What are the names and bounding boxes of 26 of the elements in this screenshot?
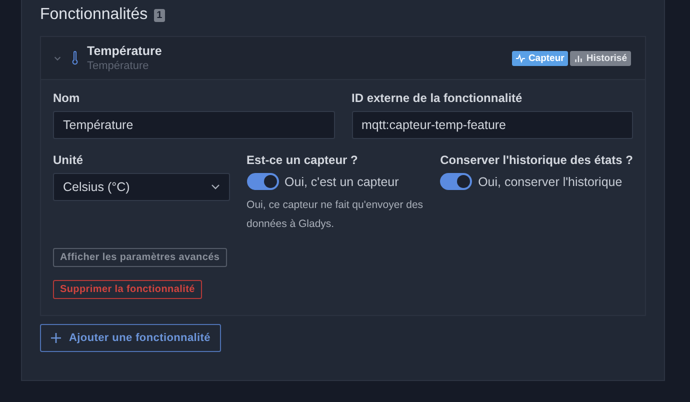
caret-icon (210, 184, 220, 190)
help-text: Oui, ce capteur ne fait qu'envoyer des données à Gladys. (246, 198, 424, 232)
add-button[interactable]: Ajouter une fonctionnalité (40, 324, 222, 352)
field-label: Conserver l'historique des états ? (440, 153, 633, 167)
advanced-settings-button[interactable]: Afficher les paramètres avancés (53, 248, 227, 267)
field-label: ID externe de la fonctionnalité (352, 91, 524, 105)
feature-name: Température (87, 44, 163, 58)
plus-icon (51, 333, 61, 343)
field-label: Unité (53, 153, 84, 167)
section-title: Fonctionnalités (40, 6, 148, 24)
pulse-icon (516, 54, 526, 62)
field-label: Nom (53, 91, 81, 105)
toggle-label: Oui, c'est un capteur (284, 174, 399, 188)
tag-badge: Capteur (512, 50, 568, 66)
field-label: Est-ce un capteur ? (246, 153, 359, 167)
tag-badge: Historisé (570, 50, 631, 66)
feature-subtitle: Température (87, 60, 150, 72)
input-field[interactable]: Température (53, 111, 334, 139)
unit-select[interactable]: Celsius (°C) (53, 173, 230, 201)
toggle-label: Oui, conserver l'historique (478, 174, 622, 188)
bar-chart-icon (574, 54, 584, 62)
toggle-switch[interactable] (440, 173, 472, 190)
input-field[interactable]: mqtt:capteur-temp-feature (352, 111, 633, 139)
thermometer-icon (72, 51, 78, 65)
toggle-switch[interactable] (246, 173, 279, 190)
count-badge: 1 (154, 8, 166, 22)
